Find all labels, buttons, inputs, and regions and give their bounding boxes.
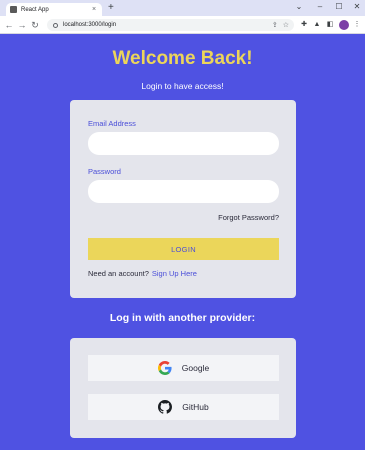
provider-card: Google GitHub: [70, 338, 296, 438]
login-card: Email Address Password Forgot Password? …: [70, 100, 296, 298]
react-favicon-icon: [10, 6, 17, 13]
back-icon[interactable]: ←: [4, 19, 14, 31]
address-bar[interactable]: localhost:3000/login ⇪ ☆: [47, 19, 294, 31]
password-field[interactable]: [88, 180, 279, 203]
side-panel-icon[interactable]: ◧: [325, 20, 335, 30]
page-title: Welcome Back!: [112, 48, 253, 69]
reload-icon[interactable]: ↻: [30, 19, 40, 31]
browser-toolbar: ← → ↻ localhost:3000/login ⇪ ☆ ✚ ▲ ◧ ⋮: [0, 16, 365, 34]
signup-row: Need an account? Sign Up Here: [88, 269, 197, 278]
share-icon[interactable]: ⇪: [272, 21, 278, 29]
minimize-icon[interactable]: –: [313, 2, 327, 12]
signup-prompt: Need an account?: [88, 269, 149, 278]
star-icon[interactable]: ☆: [283, 21, 289, 29]
google-icon: [157, 361, 172, 375]
browser-tab[interactable]: React App ×: [6, 3, 102, 16]
site-info-icon[interactable]: [53, 22, 58, 28]
page-subtitle: Login to have access!: [141, 81, 224, 91]
forward-icon[interactable]: →: [17, 19, 27, 31]
provider-heading: Log in with another provider:: [109, 312, 256, 324]
tab-search-icon[interactable]: ⌄: [292, 2, 306, 12]
new-tab-button[interactable]: +: [108, 3, 114, 13]
github-login-button[interactable]: GitHub: [88, 394, 279, 420]
password-label: Password: [88, 167, 121, 176]
maximize-icon[interactable]: ☐: [332, 2, 346, 12]
browser-tab-strip: React App × + ⌄ – ☐ ✕: [0, 0, 365, 16]
tab-close-icon[interactable]: ×: [89, 6, 99, 13]
forgot-password-link[interactable]: Forgot Password?: [218, 213, 279, 222]
address-bar-url[interactable]: localhost:3000/login: [63, 22, 272, 28]
email-field[interactable]: [88, 132, 279, 155]
email-label: Email Address: [88, 119, 136, 128]
window-close-icon[interactable]: ✕: [350, 2, 364, 12]
reading-icon[interactable]: ▲: [312, 20, 322, 30]
menu-icon[interactable]: ⋮: [352, 20, 362, 30]
google-label: Google: [181, 363, 210, 373]
github-icon: [158, 400, 173, 414]
github-label: GitHub: [182, 402, 209, 412]
extensions-icon[interactable]: ✚: [299, 20, 309, 30]
tab-title: React App: [21, 6, 49, 13]
profile-icon[interactable]: [339, 20, 349, 30]
login-button[interactable]: LOGIN: [88, 238, 279, 260]
google-login-button[interactable]: Google: [88, 355, 279, 381]
signup-link[interactable]: Sign Up Here: [152, 269, 197, 278]
